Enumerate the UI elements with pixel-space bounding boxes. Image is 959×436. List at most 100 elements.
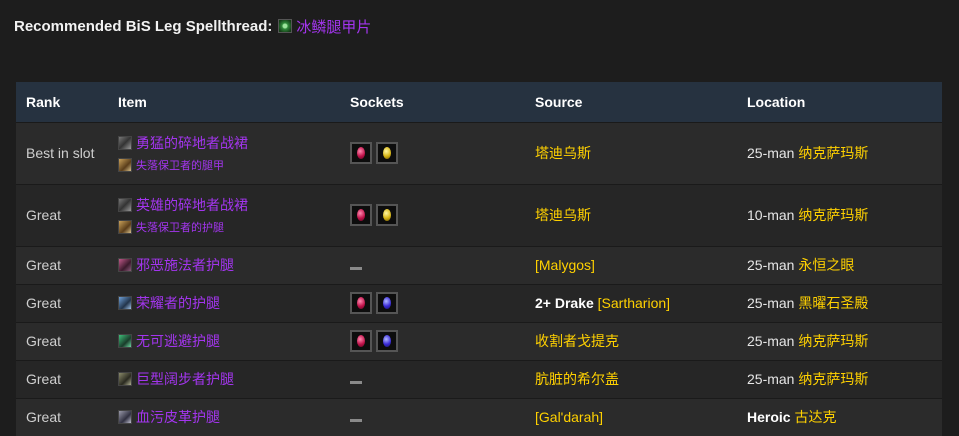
- column-header-rank: Rank: [26, 93, 61, 110]
- location-link[interactable]: 纳克萨玛斯: [798, 371, 868, 387]
- item-cell: 巨型阔步者护腿: [108, 359, 340, 398]
- item-cell: 英雄的碎地者战裙 失落保卫者的护腿: [108, 183, 340, 246]
- source-link[interactable]: 收割者戈提克: [535, 333, 619, 349]
- location-link[interactable]: 黑曜石圣殿: [798, 295, 868, 311]
- item-name[interactable]: 血污皮革护腿: [136, 407, 220, 427]
- item-icon: [118, 258, 132, 272]
- token-name[interactable]: 失落保卫者的护腿: [136, 219, 224, 235]
- item-link[interactable]: 巨型阔步者护腿: [118, 369, 330, 389]
- location-prefix: 25-man: [747, 333, 795, 349]
- location-prefix: 25-man: [747, 145, 795, 161]
- item-link[interactable]: 邪恶施法者护腿: [118, 255, 330, 275]
- rank-cell: Best in slot: [16, 121, 108, 184]
- sockets-cell: [340, 397, 525, 436]
- red-socket-icon: [350, 142, 372, 164]
- location-cell: Heroic 古达克: [737, 397, 942, 436]
- source-cell: 肮脏的希尔盖: [525, 359, 737, 398]
- source-cell: 收割者戈提克: [525, 321, 737, 360]
- yellow-socket-icon: [376, 142, 398, 164]
- location-cell: 25-man 纳克萨玛斯: [737, 321, 942, 360]
- column-header-source: Source: [535, 93, 583, 110]
- location-prefix: 10-man: [747, 207, 795, 223]
- source-cell: 塔迪乌斯: [525, 121, 737, 184]
- item-cell: 无可逃避护腿: [108, 321, 340, 360]
- item-name[interactable]: 无可逃避护腿: [136, 331, 220, 351]
- location-cell: 25-man 纳克萨玛斯: [737, 121, 942, 184]
- item-name[interactable]: 邪恶施法者护腿: [136, 255, 234, 275]
- location-link[interactable]: 纳克萨玛斯: [798, 333, 868, 349]
- rank-cell: Great: [16, 183, 108, 246]
- location-prefix: Heroic: [747, 409, 791, 426]
- sockets-cell: [340, 359, 525, 398]
- sockets-cell: [340, 321, 525, 360]
- item-cell: 荣耀者的护腿: [108, 283, 340, 322]
- item-name[interactable]: 巨型阔步者护腿: [136, 369, 234, 389]
- source-link[interactable]: 塔迪乌斯: [535, 207, 591, 223]
- item-cell: 邪恶施法者护腿: [108, 245, 340, 284]
- item-name[interactable]: 荣耀者的护腿: [136, 293, 220, 313]
- spellthread-icon: [278, 19, 293, 33]
- source-link[interactable]: 肮脏的希尔盖: [535, 371, 619, 387]
- source-link[interactable]: [Gal'darah]: [535, 409, 603, 425]
- column-header-location: Location: [747, 93, 806, 110]
- no-sockets-dash: [350, 267, 362, 270]
- item-link[interactable]: 无可逃避护腿: [118, 331, 330, 351]
- source-link[interactable]: 塔迪乌斯: [535, 145, 591, 161]
- no-sockets-dash: [350, 381, 362, 384]
- token-name[interactable]: 失落保卫者的腿甲: [136, 157, 224, 173]
- red-socket-icon: [350, 204, 372, 226]
- sockets-cell: [340, 283, 525, 322]
- table-row: Best in slot 勇猛的碎地者战裙 失落保卫者的腿甲 塔迪乌斯 25-m…: [16, 121, 942, 184]
- token-icon: [118, 220, 132, 234]
- location-link[interactable]: 永恒之眼: [798, 257, 854, 273]
- blue-socket-icon: [376, 330, 398, 352]
- item-name[interactable]: 勇猛的碎地者战裙: [136, 133, 248, 153]
- item-link[interactable]: 荣耀者的护腿: [118, 293, 330, 313]
- location-prefix: 25-man: [747, 257, 795, 273]
- item-link[interactable]: 血污皮革护腿: [118, 407, 330, 427]
- source-cell: 2+ Drake [Sartharion]: [525, 283, 737, 322]
- location-link[interactable]: 古达克: [794, 409, 836, 425]
- source-link[interactable]: [Sartharion]: [598, 295, 670, 311]
- item-cell: 勇猛的碎地者战裙 失落保卫者的腿甲: [108, 121, 340, 184]
- item-cell: 血污皮革护腿: [108, 397, 340, 436]
- source-link[interactable]: [Malygos]: [535, 257, 595, 273]
- rank-cell: Great: [16, 245, 108, 284]
- item-icon: [118, 136, 132, 150]
- location-cell: 10-man 纳克萨玛斯: [737, 183, 942, 246]
- red-socket-icon: [350, 330, 372, 352]
- item-link[interactable]: 英雄的碎地者战裙: [118, 195, 330, 215]
- column-header-item: Item: [118, 93, 147, 110]
- rank-cell: Great: [16, 359, 108, 398]
- sockets-cell: [340, 183, 525, 246]
- rank-cell: Great: [16, 397, 108, 436]
- item-icon: [118, 410, 132, 425]
- column-header-sockets: Sockets: [350, 93, 404, 110]
- location-cell: 25-man 永恒之眼: [737, 245, 942, 284]
- no-sockets-dash: [350, 419, 362, 423]
- item-icon: [118, 296, 132, 310]
- spellthread-link-text[interactable]: 冰鳞腿甲片: [296, 16, 371, 37]
- location-link[interactable]: 纳克萨玛斯: [798, 145, 868, 161]
- token-link[interactable]: 失落保卫者的腿甲: [118, 157, 330, 173]
- table-row: Great 血污皮革护腿 [Gal'darah] Heroic 古达克: [16, 397, 942, 436]
- table-row: Great 邪恶施法者护腿 [Malygos] 25-man 永恒之眼: [16, 245, 942, 284]
- table-row: Great 英雄的碎地者战裙 失落保卫者的护腿 塔迪乌斯 10-man 纳克萨玛…: [16, 183, 942, 246]
- item-icon: [118, 198, 132, 212]
- location-prefix: 25-man: [747, 371, 795, 387]
- red-socket-icon: [350, 292, 372, 314]
- source-cell: 塔迪乌斯: [525, 183, 737, 246]
- spellthread-heading: Recommended BiS Leg Spellthread: 冰鳞腿甲片: [14, 14, 371, 38]
- table-row: Great 荣耀者的护腿 2+ Drake [Sartharion] 25-ma…: [16, 283, 942, 322]
- item-link[interactable]: 勇猛的碎地者战裙: [118, 133, 330, 153]
- token-icon: [118, 158, 132, 172]
- token-link[interactable]: 失落保卫者的护腿: [118, 219, 330, 235]
- table-row: Great 巨型阔步者护腿 肮脏的希尔盖 25-man 纳克萨玛斯: [16, 359, 942, 398]
- source-cell: [Malygos]: [525, 245, 737, 284]
- item-name[interactable]: 英雄的碎地者战裙: [136, 195, 248, 215]
- table-row: Great 无可逃避护腿 收割者戈提克 25-man 纳克萨玛斯: [16, 321, 942, 360]
- rank-cell: Great: [16, 283, 108, 322]
- location-link[interactable]: 纳克萨玛斯: [798, 207, 868, 223]
- location-cell: 25-man 纳克萨玛斯: [737, 359, 942, 398]
- spellthread-link[interactable]: 冰鳞腿甲片: [278, 16, 371, 37]
